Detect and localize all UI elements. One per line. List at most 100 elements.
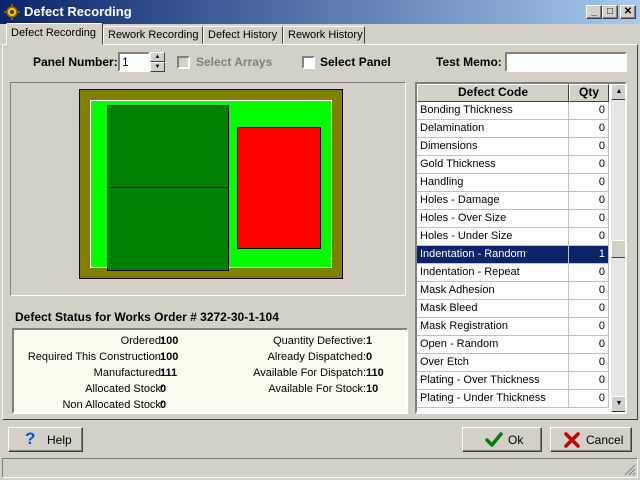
panel-number-input[interactable]: 1 [118,52,150,72]
defect-code-cell: Over Etch [417,354,569,372]
tab-rework-history[interactable]: Rework History [283,26,365,44]
table-row[interactable]: Holes - Under Size 0 [417,228,609,246]
spin-up-button[interactable]: ▲ [150,52,165,62]
resize-grip-icon[interactable] [624,464,636,476]
tab-rework-recording[interactable]: Rework Recording [103,26,203,44]
column-header-label: Defect Code [457,85,528,99]
qty-cell: 1 [569,246,609,264]
tab-label: Defect History [208,29,278,41]
defect-code-cell: Plating - Over Thickness [417,372,569,390]
status-bar [2,458,638,478]
gear-icon [4,4,20,20]
status-title: Defect Status for Works Order # 3272-30-… [15,310,279,324]
defect-grid[interactable]: Defect Code Qty Bonding Thickness 0 Delam… [415,82,627,414]
non-allocated-stock-label: Non Allocated Stock: [62,399,164,411]
qty-cell: 0 [569,300,609,318]
ok-button[interactable]: Ok [462,427,542,452]
scroll-up-button[interactable]: ▲ [611,84,625,100]
defect-code-cell: Plating - Under Thickness [417,390,569,408]
select-arrays-checkbox[interactable] [177,56,190,69]
table-row[interactable]: Holes - Over Size 0 [417,210,609,228]
qty-cell: 0 [569,174,609,192]
table-row[interactable]: Over Etch 0 [417,354,609,372]
test-memo-input[interactable] [505,52,627,72]
qty-cell: 0 [569,138,609,156]
qty-cell: 0 [569,336,609,354]
manufactured-value: 111 [160,367,178,379]
help-button-label: Help [47,433,72,447]
table-row[interactable]: Open - Random 0 [417,336,609,354]
available-dispatch-label: Available For Dispatch: [253,367,366,379]
column-header-qty[interactable]: Qty [569,84,609,102]
table-row[interactable]: Gold Thickness 0 [417,156,609,174]
table-row[interactable]: Handling 0 [417,174,609,192]
defect-code-cell: Indentation - Repeat [417,264,569,282]
tab-defect-recording[interactable]: Defect Recording [6,23,103,45]
x-icon [564,432,580,448]
qty-cell: 0 [569,318,609,336]
non-allocated-stock-value: 0 [160,399,167,411]
available-stock-value: 10 [366,383,379,395]
close-button[interactable]: ✕ [620,5,636,19]
qty-cell: 0 [569,390,609,408]
spin-down-button[interactable]: ▼ [150,62,165,72]
ok-button-label: Ok [508,433,524,447]
vertical-scrollbar[interactable]: ▲ ▼ [611,84,625,412]
qty-cell: 0 [569,228,609,246]
array-1[interactable] [107,105,229,189]
maximize-icon: □ [606,6,614,17]
table-row-selected[interactable]: Indentation - Random 1 [417,246,609,264]
table-row[interactable]: Plating - Over Thickness 0 [417,372,609,390]
table-row[interactable]: Plating - Under Thickness 0 [417,390,609,408]
required-value: 100 [160,351,179,363]
table-row[interactable]: Mask Adhesion 0 [417,282,609,300]
defect-code-cell: Mask Bleed [417,300,569,318]
defect-code-cell: Gold Thickness [417,156,569,174]
manufactured-label: Manufactured: [93,367,164,379]
table-row[interactable]: Bonding Thickness 0 [417,102,609,120]
defect-code-cell: Mask Registration [417,318,569,336]
defect-code-cell: Indentation - Random [417,246,569,264]
qty-cell: 0 [569,372,609,390]
table-row[interactable]: Dimensions 0 [417,138,609,156]
maximize-button[interactable]: □ [602,5,618,19]
select-panel-checkbox[interactable] [302,56,315,69]
question-mark-icon: ? [25,429,36,448]
panel-board[interactable] [90,100,332,271]
table-row[interactable]: Delamination 0 [417,120,609,138]
defect-code-cell: Mask Adhesion [417,282,569,300]
defect-code-cell: Holes - Under Size [417,228,569,246]
table-row[interactable]: Holes - Damage 0 [417,192,609,210]
defect-code-cell: Holes - Over Size [417,210,569,228]
help-button[interactable]: ? Help [8,427,83,452]
scroll-down-button[interactable]: ▼ [611,396,625,412]
title-bar[interactable]: Defect Recording _ □ ✕ [0,0,640,24]
tab-label: Defect Recording [11,27,96,39]
table-row[interactable]: Mask Registration 0 [417,318,609,336]
qty-cell: 0 [569,354,609,372]
minimize-icon: _ [591,6,597,17]
status-box: Ordered: 100 Required This Construction:… [12,328,408,414]
column-header-defect-code[interactable]: Defect Code [417,84,569,102]
select-arrays-label: Select Arrays [196,55,273,69]
close-icon: ✕ [623,6,633,17]
array-3-defective[interactable] [237,127,321,249]
scroll-thumb[interactable] [611,240,625,258]
ordered-value: 100 [160,335,179,347]
defect-code-cell: Handling [417,174,569,192]
spin-down-icon: ▼ [154,64,161,70]
tab-defect-history[interactable]: Defect History [203,26,283,44]
minimize-button[interactable]: _ [586,5,602,19]
cancel-button[interactable]: Cancel [550,427,632,452]
table-row[interactable]: Mask Bleed 0 [417,300,609,318]
allocated-stock-label: Allocated Stock: [85,383,164,395]
table-row[interactable]: Indentation - Repeat 0 [417,264,609,282]
checkmark-icon [485,432,503,447]
available-stock-label: Available For Stock: [268,383,366,395]
defect-code-cell: Holes - Damage [417,192,569,210]
panel-number-value: 1 [122,55,129,69]
select-panel-label: Select Panel [320,55,391,69]
array-2[interactable] [107,187,229,271]
qty-cell: 0 [569,210,609,228]
qty-cell: 0 [569,102,609,120]
